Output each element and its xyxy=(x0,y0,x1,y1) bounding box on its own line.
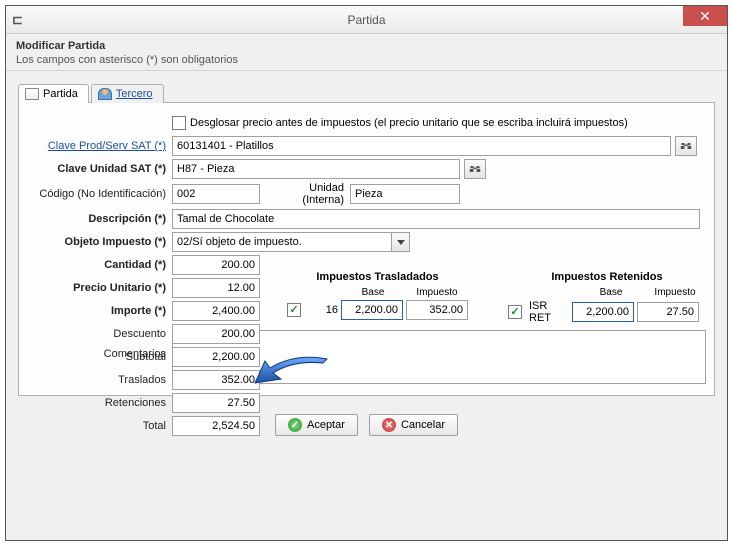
input-cantidad[interactable] xyxy=(172,255,260,275)
label-traslados: Traslados xyxy=(27,374,172,386)
app-icon: ⊏ xyxy=(12,12,28,28)
label-desglosar: Desglosar precio antes de impuestos (el … xyxy=(190,117,628,129)
label-importe: Importe (*) xyxy=(27,305,172,317)
label-descuento: Descuento xyxy=(27,328,172,340)
link-clave-prod-serv[interactable]: Clave Prod/Serv SAT (*) xyxy=(48,140,166,152)
close-button[interactable]: ✕ xyxy=(683,6,727,26)
label-clave-unidad: Clave Unidad SAT (*) xyxy=(27,163,172,175)
label-descripcion: Descripción (*) xyxy=(27,213,172,225)
titlebar: ⊏ Partida ✕ xyxy=(6,6,727,34)
label-codigo: Código (No Identificación) xyxy=(27,188,172,200)
input-descuento[interactable] xyxy=(172,324,260,344)
label-retenciones: Retenciones xyxy=(27,397,172,409)
label-unidad-interna: Unidad (Interna) xyxy=(290,182,350,206)
dialog-subtitle: Los campos con asterisco (*) son obligat… xyxy=(16,54,717,66)
chevron-down-icon[interactable] xyxy=(392,232,410,252)
label-cantidad: Cantidad (*) xyxy=(27,259,172,271)
input-importe[interactable] xyxy=(172,301,260,321)
input-unidad-interna[interactable] xyxy=(350,184,460,204)
window-title: Partida xyxy=(347,13,385,27)
input-codigo[interactable] xyxy=(172,184,260,204)
binoculars-icon xyxy=(469,163,481,175)
combo-objeto-impuesto[interactable] xyxy=(172,232,392,252)
input-traslados[interactable] xyxy=(172,370,260,390)
label-total: Total xyxy=(27,420,172,432)
tab-partida[interactable]: Partida xyxy=(18,84,89,103)
dialog-title: Modificar Partida xyxy=(16,40,717,52)
tab-tercero[interactable]: Tercero xyxy=(91,84,164,103)
input-descripcion[interactable] xyxy=(172,209,700,229)
subheader: Modificar Partida Los campos con asteris… xyxy=(6,34,727,71)
form-panel: Desglosar precio antes de impuestos (el … xyxy=(18,103,715,396)
input-precio-unitario[interactable] xyxy=(172,278,260,298)
search-prod-serv-button[interactable] xyxy=(675,136,697,156)
person-icon xyxy=(98,88,112,100)
search-unidad-button[interactable] xyxy=(464,159,486,179)
input-subtotal[interactable] xyxy=(172,347,260,367)
label-precio-unitario: Precio Unitario (*) xyxy=(27,282,172,294)
input-clave-prod-serv[interactable] xyxy=(172,136,671,156)
card-icon xyxy=(25,88,39,100)
tab-strip: Partida Tercero xyxy=(18,81,715,103)
tab-label: Partida xyxy=(43,88,78,100)
label-objeto-impuesto: Objeto Impuesto (*) xyxy=(27,236,172,248)
input-retenciones[interactable] xyxy=(172,393,260,413)
checkbox-desglosar[interactable] xyxy=(172,116,186,130)
tab-label: Tercero xyxy=(116,88,153,100)
input-clave-unidad[interactable] xyxy=(172,159,460,179)
input-total[interactable] xyxy=(172,416,260,436)
label-subtotal: Subtotal xyxy=(27,351,172,363)
binoculars-icon xyxy=(680,140,692,152)
